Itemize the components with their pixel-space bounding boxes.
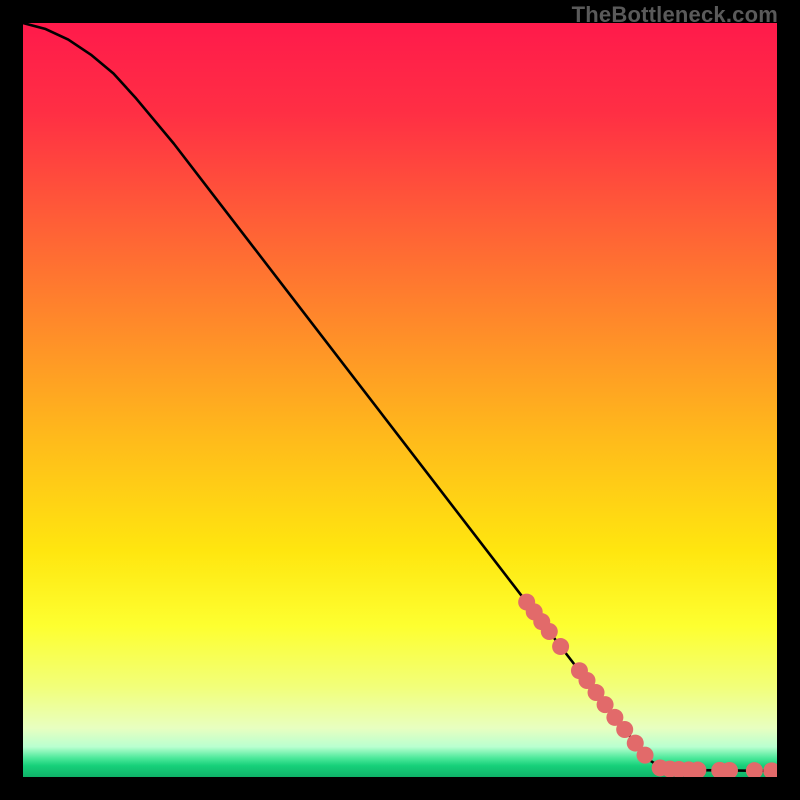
chart-svg <box>23 23 777 777</box>
marker-dot <box>541 623 558 640</box>
chart-background <box>23 23 777 777</box>
marker-dot <box>616 721 633 738</box>
marker-dot <box>552 638 569 655</box>
chart-frame: TheBottleneck.com <box>0 0 800 800</box>
chart-plot <box>23 23 777 777</box>
marker-dot <box>637 747 654 764</box>
